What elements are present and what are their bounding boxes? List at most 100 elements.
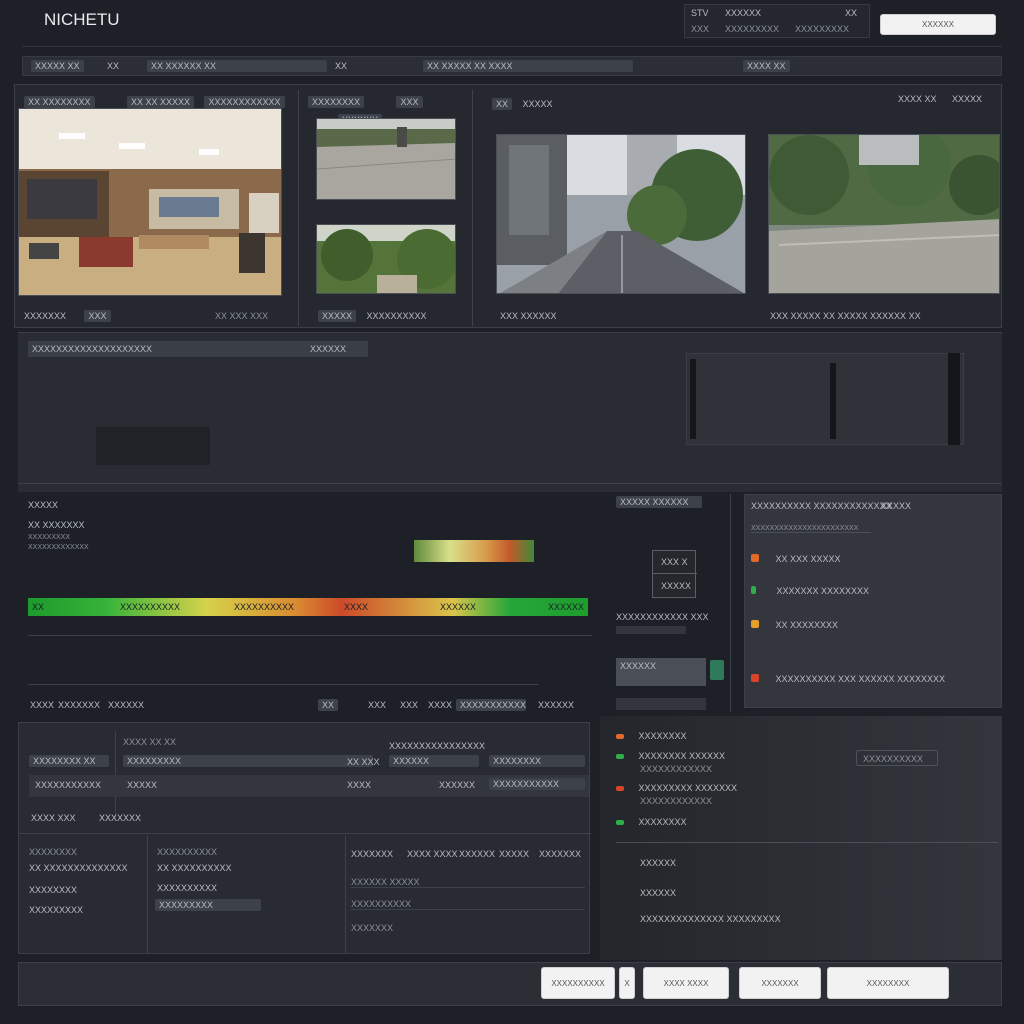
lower-list-right: XXXXXXX XXXX XXXX XXXXXX XXXXX XXXXXXX X…: [347, 835, 589, 953]
table-cell: XXXXXXXXXXX: [35, 780, 102, 790]
timeline-block: [96, 427, 210, 465]
plaza-image: [317, 119, 455, 199]
toolbar-item[interactable]: XX XXXXX XX XXXX: [423, 60, 633, 72]
camera-feed-street[interactable]: [496, 134, 746, 294]
bottom-button[interactable]: XXXXXXX: [739, 967, 821, 999]
status-sub-value: XXXXXXXXX: [725, 24, 780, 34]
green-toggle-icon[interactable]: [710, 660, 724, 680]
tab[interactable]: XXXX: [428, 700, 452, 710]
table-row[interactable]: XXXXXXXX XX XXXXXXXXX XX XXX XXXXXX XXXX…: [29, 753, 589, 773]
alert-item[interactable]: XX XXXXXXXX: [751, 615, 991, 633]
tab[interactable]: XXXX: [30, 700, 54, 710]
bottom-button[interactable]: X: [619, 967, 635, 999]
list-item[interactable]: XXXXXXXXX: [155, 899, 261, 911]
camera-label: XX XX XXXXX: [126, 96, 195, 108]
list-item[interactable]: XXXXXXXXXX: [157, 883, 217, 893]
tab[interactable]: XX: [318, 699, 339, 711]
event-title: XXXXXXXXX XXXXXXX: [638, 783, 738, 793]
timeline-marker[interactable]: [690, 359, 696, 439]
toolbar-item[interactable]: XXXX XX: [743, 60, 790, 72]
list-item[interactable]: XXXXXXXX: [29, 847, 77, 857]
event-item[interactable]: XXXXXXXX: [616, 812, 836, 830]
list-item[interactable]: XXXXXXX: [351, 923, 393, 933]
camera-feed-garden[interactable]: [316, 224, 456, 294]
tab[interactable]: XXX: [400, 700, 418, 710]
top-action-button[interactable]: XXXXXX: [880, 14, 996, 35]
alert-item[interactable]: XXXXXXXXXX XXX XXXXXX XXXXXXXX: [751, 669, 1001, 687]
event-item[interactable]: XXXXXXXX XXXXXX XXXXXXXXXXXX: [616, 746, 836, 774]
summary-line: XXXXXX: [640, 858, 677, 868]
bottom-button[interactable]: XXXXXXXXXX: [541, 967, 615, 999]
top-status-panel: STV XXXXXX XX XXX XXXXXXXXX XXXXXXXXX: [684, 4, 870, 38]
tab[interactable]: XXXXXX: [108, 700, 144, 710]
alerts-sub: XXXXXXXXXXXXXXXXXXXXXXX: [751, 525, 871, 533]
toolbar-item[interactable]: XX: [335, 61, 347, 71]
list-item[interactable]: XXXXXXXX: [29, 885, 77, 895]
side-mini-panel: XXXXX XXXXXX XXX X XXXXX XXXXXXXXXXXX XX…: [612, 492, 728, 714]
tab[interactable]: XXXXXXXXXXX: [456, 699, 526, 711]
camera-caption: XXX XXXXX XX XXXXX XXXXXX XX: [770, 311, 921, 321]
table-cell: XXXXX: [127, 780, 158, 790]
table-caption: XXXX XX XX: [123, 737, 177, 747]
camera-caption: XX XXX XXX: [214, 311, 268, 321]
spectrum-bar[interactable]: XX XXXXXXXXXX XXXXXXXXXX XXXX XXXXXX XXX…: [28, 598, 588, 616]
garden-image: [317, 225, 455, 293]
alert-item[interactable]: XXXXXXX XXXXXXXX: [751, 581, 991, 599]
spectrum-label: XXXX: [344, 602, 369, 612]
toolbar-item[interactable]: XX XXXXXX XX: [147, 60, 327, 72]
table-cell: XXXXXX: [439, 780, 476, 790]
toolbar-item[interactable]: XXXXX XX: [31, 60, 84, 72]
list-item[interactable]: XX XXXXXXXXXXXXXX: [29, 863, 128, 873]
camera-feed-park[interactable]: [768, 134, 1000, 294]
event-action-button[interactable]: XXXXXXXXXX: [856, 750, 938, 766]
lower-list-left: XXXXXXXX XX XXXXXXXXXXXXXX XXXXXXXX XXXX…: [19, 835, 147, 953]
alert-icon: [751, 554, 759, 562]
list-item[interactable]: XXXXXX XXXXX: [351, 877, 585, 888]
mini-preview[interactable]: XXXXXX: [616, 658, 706, 686]
bottom-button[interactable]: XXXX XXXX: [643, 967, 729, 999]
column-header: XXXXX: [499, 849, 530, 859]
heat-gauge: [414, 540, 534, 562]
camera-group-2: XXXXXXXX XXX XXXXXX XXXXX XXXXXXXXXX: [306, 88, 466, 324]
mini-box-divider: [653, 573, 697, 574]
list-divider: [147, 835, 148, 953]
alert-icon: [751, 674, 759, 682]
summary-line: XXXXXX: [640, 888, 677, 898]
event-action-label: XXXXXXXXXX: [863, 754, 924, 764]
camera-caption: XXX XXXXXX: [500, 311, 557, 321]
tab[interactable]: XXXXXXX: [58, 700, 100, 710]
camera-group-footer: XXX XXXXXX: [500, 306, 557, 324]
mini-box[interactable]: XXX X XXXXX: [652, 550, 697, 598]
camera-label: XXXXX: [522, 99, 553, 109]
camera-caption: XXXXXXX: [24, 311, 67, 321]
timeline-label: XXXXXX: [310, 344, 347, 354]
camera-feed-plaza[interactable]: [316, 118, 456, 200]
event-item[interactable]: XXXXXXXXX XXXXXXX XXXXXXXXXXXX: [616, 778, 836, 806]
alert-item[interactable]: XX XXX XXXXX: [751, 549, 991, 567]
column-header: XXXXXXX: [539, 849, 582, 859]
status-label: STV: [691, 8, 709, 18]
tab[interactable]: XXXXXX: [538, 700, 574, 710]
camera-feed-lobby[interactable]: [18, 108, 282, 296]
tab[interactable]: XXX: [368, 700, 386, 710]
camera-group-3: XX XXXXX XXXX XX XXXXX XXX XXXXXX XXX XX…: [480, 88, 1000, 324]
timeline-marker[interactable]: [948, 353, 960, 445]
list-item[interactable]: XX XXXXXXXXXX: [157, 863, 232, 873]
event-sub: XXXXXXXXXXXX: [640, 764, 713, 774]
toolbar-item[interactable]: XX: [107, 61, 119, 71]
bottom-button[interactable]: XXXXXXXX: [827, 967, 949, 999]
list-item[interactable]: XXXXXXXXX: [29, 905, 83, 915]
mini-bar: [616, 698, 706, 710]
event-icon: [616, 786, 624, 791]
timeline-title: XXXXXXXXXXXXXXXXXXXX: [32, 344, 153, 354]
camera-caption: XXX: [84, 310, 111, 322]
table-row[interactable]: XXXXXXXXXXX XXXXX XXXX XXXXXX XXXXXXXXXX…: [29, 775, 589, 797]
timeline-panel: XXXXXXXXXXXXXXXXXXXX XXXXXX: [18, 332, 1002, 492]
list-item[interactable]: XXXXXXXXXX: [351, 899, 585, 910]
column-header: XXXXXXX: [351, 849, 394, 859]
event-item[interactable]: XXXXXXXX: [616, 726, 836, 744]
analysis-subtitle: XX XXXXXXX: [28, 520, 85, 530]
timeline-range[interactable]: [686, 353, 964, 445]
list-item[interactable]: XXXXXXXXXX: [157, 847, 217, 857]
timeline-marker[interactable]: [830, 363, 836, 439]
